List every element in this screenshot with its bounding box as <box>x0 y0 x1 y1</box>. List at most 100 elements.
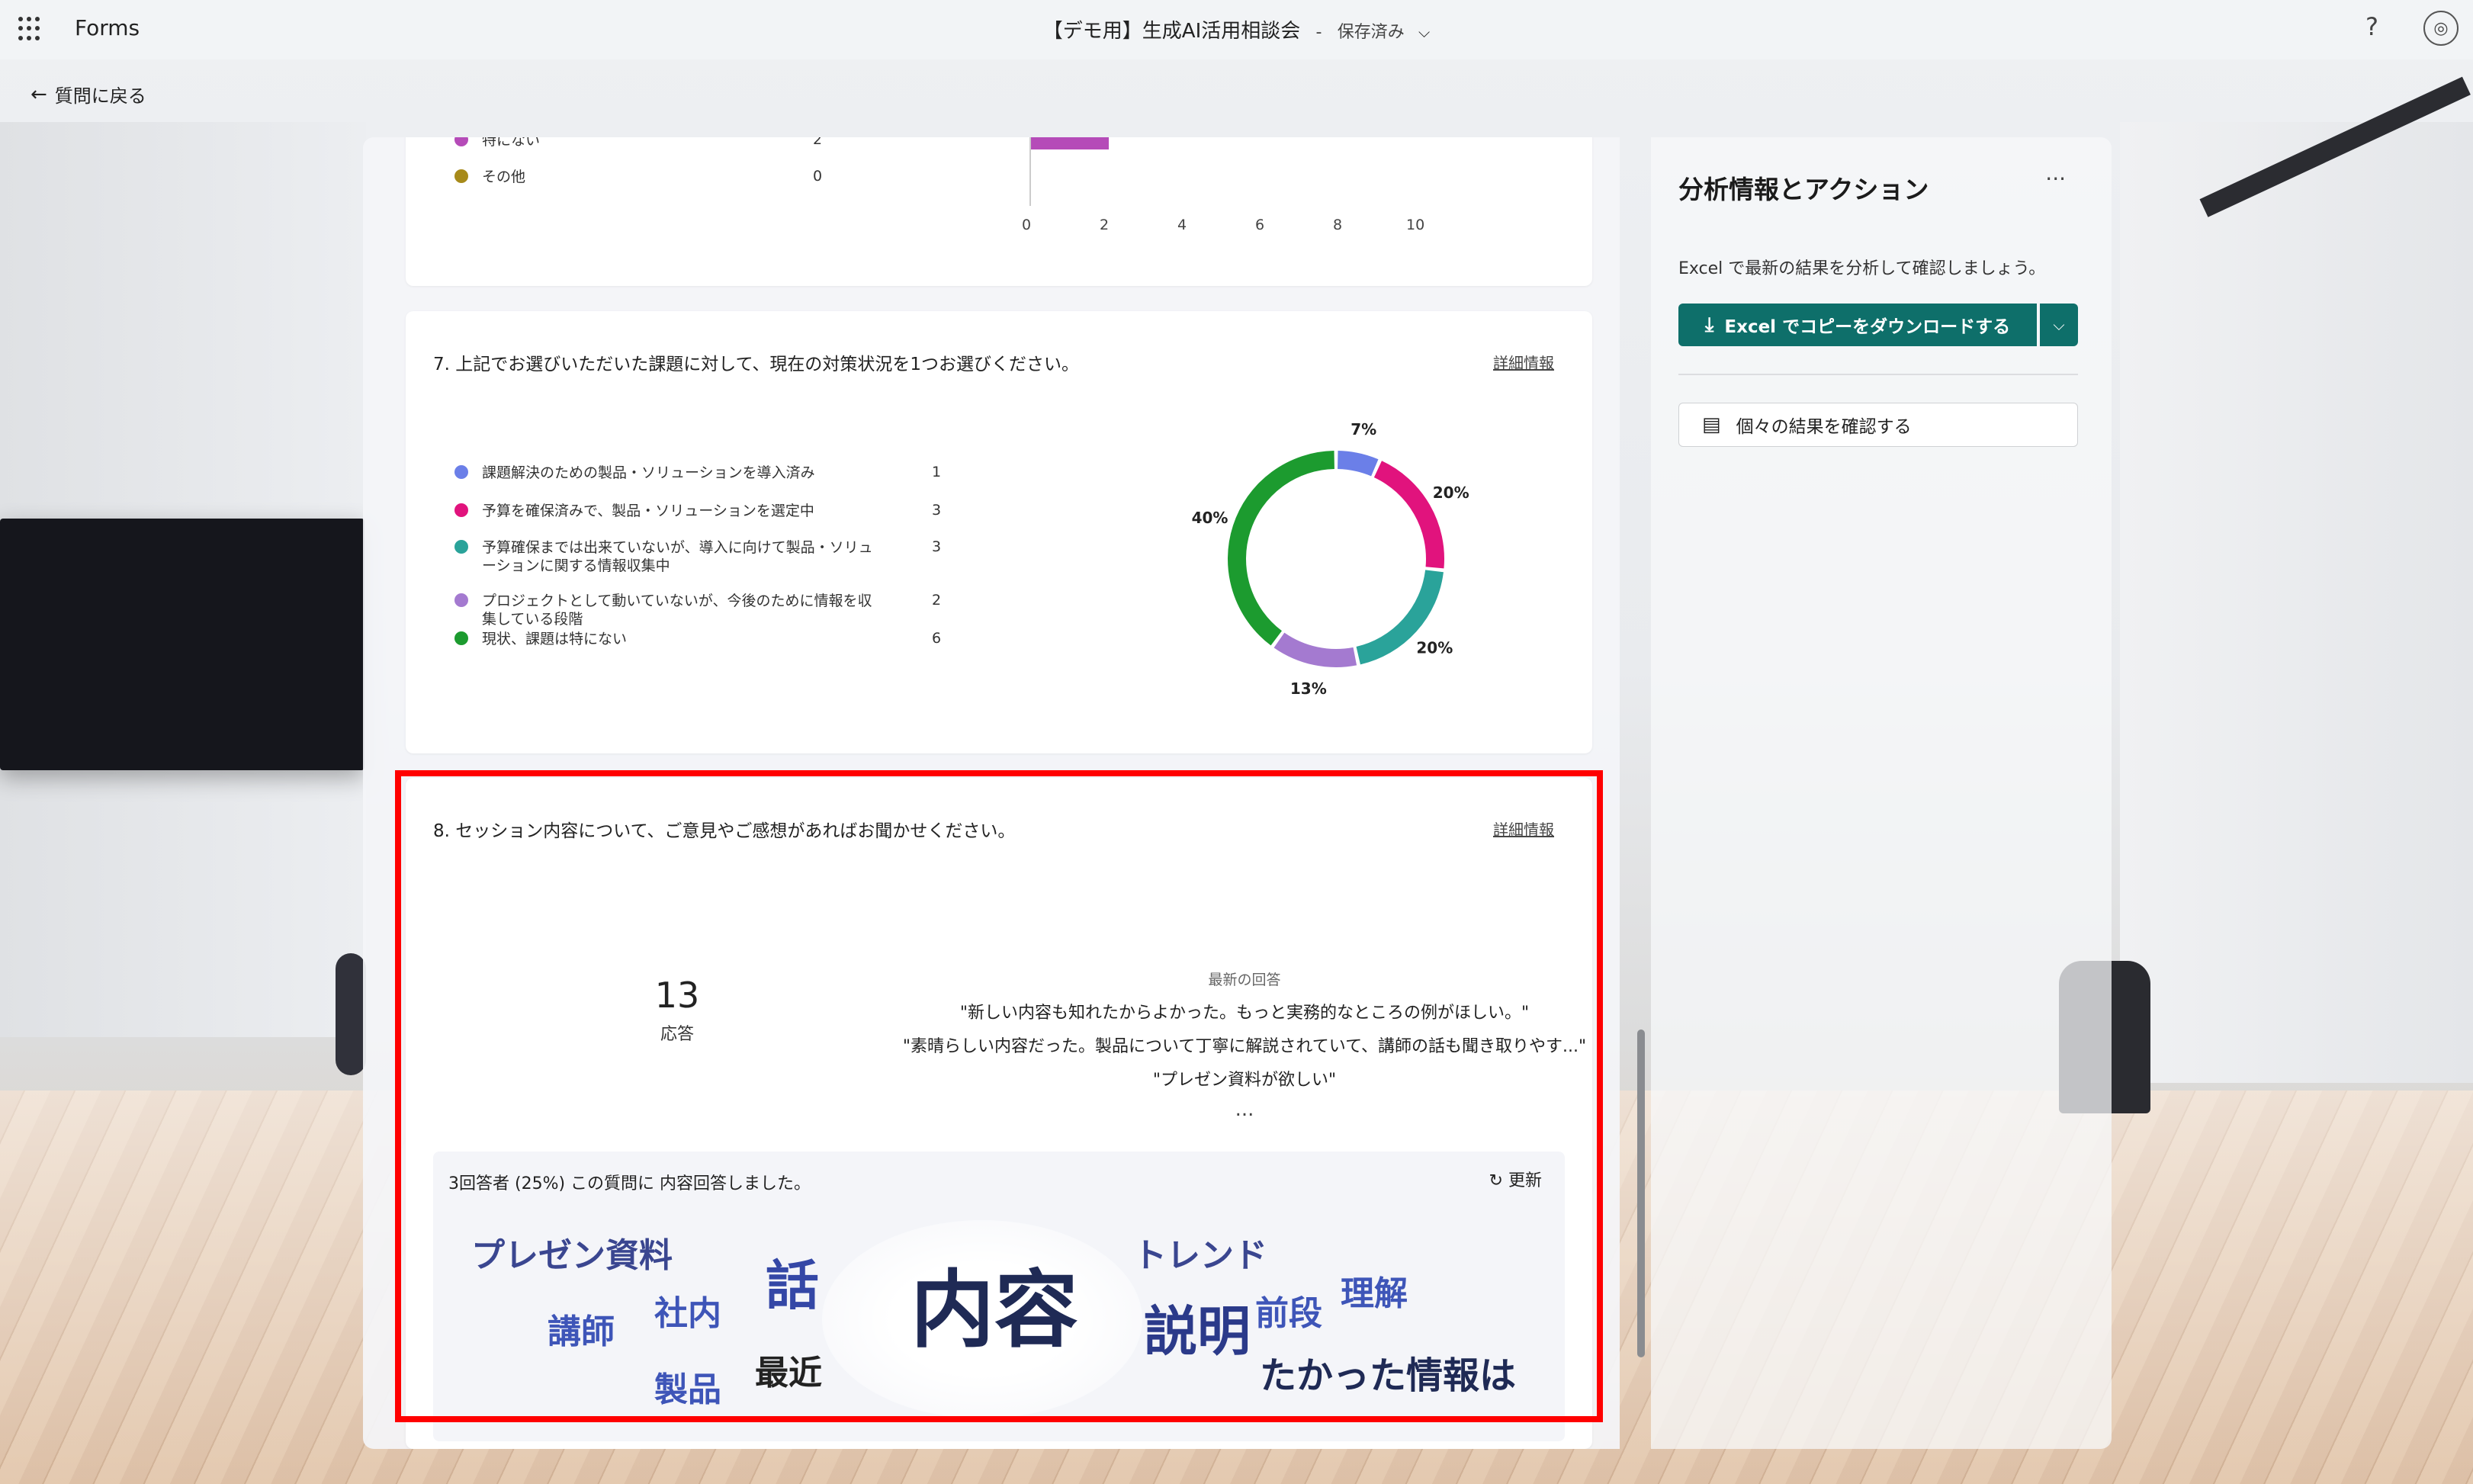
donut-slice[interactable] <box>1273 632 1357 667</box>
donut-slice-label: 20% <box>1416 638 1453 657</box>
word-cloud-word[interactable]: 講師 <box>548 1304 615 1353</box>
results-scrollbar[interactable] <box>1637 1029 1645 1357</box>
donut-slice[interactable] <box>1373 461 1444 569</box>
legend-dot <box>454 169 468 183</box>
word-cloud-word[interactable]: 製品 <box>654 1362 721 1411</box>
tick-label: 8 <box>1333 217 1343 233</box>
legend-count: 3 <box>932 502 942 519</box>
donut-slice[interactable] <box>1337 451 1379 477</box>
legend-label: 現状、課題は特にない <box>482 631 628 647</box>
word-cloud-word[interactable]: トレンド <box>1133 1228 1267 1277</box>
chevron-down-icon: ⌵ <box>2053 316 2065 334</box>
back-to-questions-link[interactable]: ← 質問に戻る <box>31 81 146 108</box>
more-responses-ellipsis[interactable]: ... <box>1168 1098 1321 1121</box>
tick-label: 4 <box>1177 217 1187 233</box>
legend-item: 予算を確保済みで、製品・ソリューションを選定中 <box>454 502 943 520</box>
legend-dot <box>454 137 468 146</box>
response-count: 13 <box>654 975 700 1016</box>
results-panel: 特にない 2 その他 0 0 2 4 6 8 10 7. 上記でお選びいただいた… <box>363 137 1620 1449</box>
legend-label: プロジェクトとして動いていないが、今後のために情報を収集している段階 <box>482 593 872 628</box>
legend-label: 課題解決のための製品・ソリューションを導入済み <box>482 464 815 481</box>
legend-count: 0 <box>813 168 823 185</box>
tick-label: 2 <box>1100 217 1110 233</box>
legend-item: 課題解決のための製品・ソリューションを導入済み <box>454 464 943 482</box>
donut-slice-label: 40% <box>1192 509 1228 527</box>
word-cloud-word[interactable]: たかった情報は <box>1260 1345 1516 1399</box>
saved-status: 保存済み <box>1337 23 1405 42</box>
word-cloud-word[interactable]: プレゼン資料 <box>471 1228 673 1277</box>
question7-donut-chart: 7% 20% 20% 13% 40% <box>1192 420 1469 698</box>
bar-mark <box>1031 137 1109 149</box>
latest-responses-heading: 最新の回答 <box>1208 972 1281 988</box>
chevron-down-icon[interactable]: ⌵ <box>1418 23 1430 41</box>
word-cloud-word[interactable]: 社内 <box>654 1286 721 1335</box>
legend-item: 予算確保までは出来ていないが、導入に向けて製品・ソリューションに関する情報収集中 <box>454 538 943 575</box>
background-chair-left <box>336 953 366 1075</box>
word-cloud-word[interactable]: 説明 <box>1144 1289 1251 1366</box>
legend-item: 特にない <box>454 137 943 149</box>
more-options-icon[interactable]: ··· <box>2045 166 2066 191</box>
word-cloud-word[interactable]: 内容 <box>911 1241 1078 1364</box>
refresh-button[interactable]: ↻ 更新 <box>1489 1167 1542 1191</box>
back-label: 質問に戻る <box>54 85 146 107</box>
legend-dot <box>454 540 468 554</box>
question7-title: 7. 上記でお選びいただいた課題に対して、現在の対策状況を1つお選びください。 <box>433 355 1080 374</box>
legend-label: 予算を確保済みで、製品・ソリューションを選定中 <box>482 503 814 519</box>
donut-slice-label: 20% <box>1433 483 1469 502</box>
latest-response: "新しい内容も知れたからよかった。もっと実務的なところの例がほしい。" <box>959 1004 1530 1023</box>
view-individual-results-label: 個々の結果を確認する <box>1736 417 1912 437</box>
word-cloud-word[interactable]: 話 <box>766 1243 819 1320</box>
donut-slice-label: 7% <box>1351 420 1376 438</box>
donut-slice[interactable] <box>1228 451 1335 646</box>
response-label: 応答 <box>660 1025 694 1044</box>
question8-title: 8. セッション内容について、ご意見やご感想があればお聞かせください。 <box>433 821 1016 841</box>
word-cloud-word[interactable]: 最近 <box>755 1345 822 1394</box>
document-separator: - <box>1315 23 1322 42</box>
word-cloud-word[interactable]: 前段 <box>1255 1286 1322 1335</box>
legend-item: その他 <box>454 168 943 186</box>
bar-axis-line <box>1029 137 1031 206</box>
legend-item: プロジェクトとして動いていないが、今後のために情報を収集している段階 <box>454 592 943 628</box>
account-avatar-icon[interactable]: ◎ <box>2423 11 2459 46</box>
legend-count: 2 <box>813 137 823 148</box>
question7-detail-link[interactable]: 詳細情報 <box>1493 351 1554 373</box>
arrow-left-icon: ← <box>31 82 47 106</box>
legend-count: 1 <box>932 464 942 480</box>
document-list-icon: ▤ <box>1702 413 1721 436</box>
legend-count: 2 <box>932 592 942 609</box>
help-icon[interactable]: ? <box>2365 12 2378 41</box>
document-title: 【デモ用】生成AI活用相談会 <box>1042 20 1301 43</box>
question8-detail-link[interactable]: 詳細情報 <box>1493 817 1554 840</box>
legend-dot <box>454 465 468 479</box>
question7-card: 7. 上記でお選びいただいた課題に対して、現在の対策状況を1つお選びください。 … <box>406 311 1592 753</box>
refresh-label: 更新 <box>1508 1171 1542 1190</box>
view-individual-results-button[interactable]: ▤ 個々の結果を確認する <box>1678 403 2078 447</box>
legend-count: 3 <box>932 538 942 555</box>
question8-card: 8. セッション内容について、ご意見やご感想があればお聞かせください。 詳細情報… <box>406 778 1592 1449</box>
legend-count: 6 <box>932 630 942 647</box>
legend-dot <box>454 593 468 607</box>
side-divider <box>1678 374 2078 375</box>
tick-label: 10 <box>1406 217 1425 233</box>
tick-label: 0 <box>1022 217 1032 233</box>
download-options-dropdown[interactable]: ⌵ <box>2040 304 2078 346</box>
download-icon: ⤓ <box>1704 313 1714 336</box>
background-tv <box>0 519 365 770</box>
question6-card: 特にない 2 その他 0 0 2 4 6 8 10 <box>406 137 1592 286</box>
tick-label: 6 <box>1255 217 1265 233</box>
legend-label: 予算確保までは出来ていないが、導入に向けて製品・ソリューションに関する情報収集中 <box>482 539 873 574</box>
latest-response: "素晴らしい内容だった。製品について丁寧に解説されていて、講師の話も聞き取りやす… <box>902 1037 1587 1056</box>
legend-item: 現状、課題は特にない <box>454 630 943 648</box>
document-title-bar[interactable]: 【デモ用】生成AI活用相談会 - 保存済み ⌵ <box>0 15 2473 43</box>
side-panel-title: 分析情報とアクション <box>1678 175 1929 204</box>
download-excel-button[interactable]: ⤓ Excel でコピーをダウンロードする <box>1678 304 2037 346</box>
latest-response: "プレゼン資料が欲しい" <box>1152 1071 1337 1090</box>
insights-side-panel: 分析情報とアクション ··· Excel で最新の結果を分析して確認しましょう。… <box>1651 137 2112 1449</box>
side-panel-description: Excel で最新の結果を分析して確認しましょう。 <box>1678 259 2046 278</box>
top-bar: Forms 【デモ用】生成AI活用相談会 - 保存済み ⌵ ? ◎ <box>0 0 2473 59</box>
word-cloud-summary: 3回答者 (25%) この質問に 内容回答しました。 <box>448 1174 811 1193</box>
word-cloud-word[interactable]: 理解 <box>1341 1266 1408 1315</box>
word-cloud-area: 3回答者 (25%) この質問に 内容回答しました。 ↻ 更新 プレゼン資料 話… <box>433 1152 1565 1441</box>
download-excel-label: Excel でコピーをダウンロードする <box>1724 317 2011 337</box>
legend-dot <box>454 503 468 517</box>
